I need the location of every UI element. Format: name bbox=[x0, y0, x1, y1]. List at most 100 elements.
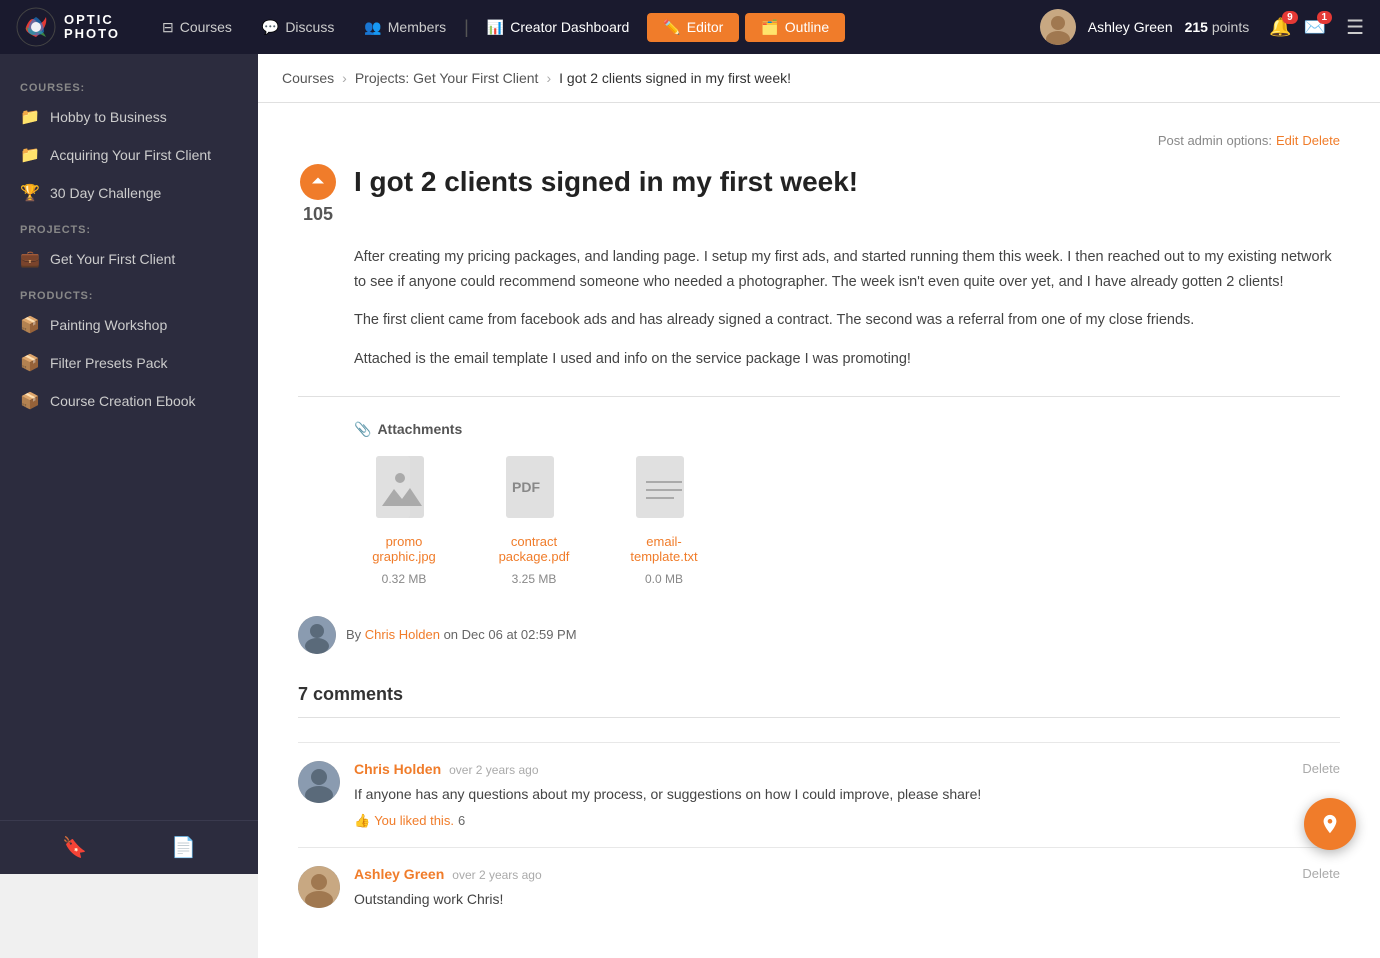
comment-body-1: Ashley Green over 2 years ago Outstandin… bbox=[354, 866, 1340, 910]
attachment-size-2: 0.0 MB bbox=[645, 572, 683, 586]
product-icon: 📦 bbox=[20, 391, 40, 411]
avatar-image bbox=[1040, 9, 1076, 45]
sidebar-item-painting-workshop[interactable]: 📦 Painting Workshop bbox=[0, 306, 258, 344]
attachment-name-1: contract package.pdf bbox=[484, 534, 584, 564]
comments-section: 7 comments Chris Holden ove bbox=[298, 684, 1340, 929]
sidebar-item-course-creation-ebook[interactable]: 📦 Course Creation Ebook bbox=[0, 382, 258, 420]
attachments-section: 📎 Attachments promo gra bbox=[354, 421, 1340, 586]
comments-count: 7 comments bbox=[298, 684, 1340, 705]
sidebar-courses-label: COURSES: bbox=[0, 70, 258, 98]
folder-icon: 📁 bbox=[20, 145, 40, 165]
upvote-button[interactable] bbox=[300, 164, 336, 200]
nav-separator: | bbox=[464, 17, 469, 38]
post-meta: By Chris Holden on Dec 06 at 02:59 PM bbox=[298, 616, 1340, 654]
comment-like-count-0: 6 bbox=[458, 813, 465, 828]
breadcrumb-sep-1: › bbox=[342, 70, 347, 86]
post-paragraph-1: After creating my pricing packages, and … bbox=[354, 245, 1340, 294]
breadcrumb-courses[interactable]: Courses bbox=[282, 70, 334, 86]
comment-avatar-0 bbox=[298, 761, 340, 803]
user-points: 215 points bbox=[1185, 19, 1250, 35]
notifications-bell-button[interactable]: 🔔 9 bbox=[1269, 17, 1291, 38]
comment-item-1: Ashley Green over 2 years ago Outstandin… bbox=[298, 847, 1340, 928]
sidebar-item-hobby-to-business[interactable]: 📁 Hobby to Business bbox=[0, 98, 258, 136]
attachment-item-2[interactable]: email-template.txt 0.0 MB bbox=[614, 454, 714, 586]
nav-courses[interactable]: ⊟ Courses bbox=[150, 13, 244, 42]
main-nav: ⊟ Courses 💬 Discuss 👥 Members | 📊 Creato… bbox=[150, 13, 1020, 42]
bookmark-icon[interactable]: 🔖 bbox=[62, 835, 87, 860]
vote-section: 105 bbox=[298, 164, 338, 225]
vote-count: 105 bbox=[303, 204, 333, 225]
pencil-icon: ✏️ bbox=[663, 19, 680, 36]
upvote-arrow-icon bbox=[309, 173, 327, 191]
comment-delete-button-0[interactable]: Delete bbox=[1302, 761, 1340, 776]
logo[interactable]: OPTIC PHOTO bbox=[16, 7, 120, 47]
comment-text-0: If anyone has any questions about my pro… bbox=[354, 783, 1340, 805]
notifications-envelope-button[interactable]: ✉️ 1 bbox=[1304, 17, 1326, 38]
edit-post-button[interactable]: Edit bbox=[1276, 133, 1298, 148]
sidebar-bottom: 🔖 📄 bbox=[0, 820, 258, 874]
nav-discuss[interactable]: 💬 Discuss bbox=[250, 13, 346, 42]
dashboard-icon: 📊 bbox=[487, 19, 504, 36]
attachment-icon-image bbox=[372, 454, 436, 526]
post-meta-text: By Chris Holden on Dec 06 at 02:59 PM bbox=[346, 627, 577, 642]
outline-button[interactable]: 🗂️ Outline bbox=[745, 13, 845, 42]
sidebar-item-acquiring-first-client[interactable]: 📁 Acquiring Your First Client bbox=[0, 136, 258, 174]
breadcrumb-sep-2: › bbox=[546, 70, 551, 86]
courses-icon: ⊟ bbox=[162, 19, 174, 36]
post-author-avatar bbox=[298, 616, 336, 654]
breadcrumb-project[interactable]: Projects: Get Your First Client bbox=[355, 70, 539, 86]
post-paragraph-2: The first client came from facebook ads … bbox=[354, 308, 1340, 333]
attachment-icon-text bbox=[632, 454, 696, 526]
attachment-name-0: promo graphic.jpg bbox=[354, 534, 454, 564]
comment-item-0: Chris Holden over 2 years ago If anyone … bbox=[298, 742, 1340, 847]
post-admin-options: Post admin options: Edit Delete bbox=[298, 133, 1340, 148]
logo-text: OPTIC PHOTO bbox=[64, 13, 120, 42]
sidebar-section-projects: PROJECTS: 💼 Get Your First Client bbox=[0, 212, 258, 278]
post-paragraph-3: Attached is the email template I used an… bbox=[354, 347, 1340, 372]
header: OPTIC PHOTO ⊟ Courses 💬 Discuss 👥 Member… bbox=[0, 0, 1380, 54]
post-author-link[interactable]: Chris Holden bbox=[365, 627, 440, 642]
hamburger-menu-button[interactable]: ☰ bbox=[1346, 15, 1364, 40]
sidebar-products-label: PRODUCTS: bbox=[0, 278, 258, 306]
sidebar-item-get-first-client[interactable]: 💼 Get Your First Client bbox=[0, 240, 258, 278]
user-name: Ashley Green bbox=[1088, 19, 1173, 35]
sidebar-item-filter-presets-pack[interactable]: 📦 Filter Presets Pack bbox=[0, 344, 258, 382]
delete-post-button[interactable]: Delete bbox=[1302, 133, 1340, 148]
attachment-size-0: 0.32 MB bbox=[382, 572, 427, 586]
attachment-item-0[interactable]: promo graphic.jpg 0.32 MB bbox=[354, 454, 454, 586]
sidebar-projects-label: PROJECTS: bbox=[0, 212, 258, 240]
discuss-icon: 💬 bbox=[262, 19, 279, 36]
attachment-item-1[interactable]: PDF contract package.pdf 3.25 MB bbox=[484, 454, 584, 586]
nav-members[interactable]: 👥 Members bbox=[352, 13, 458, 42]
comment-author-avatar-1 bbox=[298, 866, 340, 908]
document-icon[interactable]: 📄 bbox=[171, 835, 196, 860]
avatar[interactable] bbox=[1040, 9, 1076, 45]
comment-header-0: Chris Holden over 2 years ago bbox=[354, 761, 1340, 777]
comment-time-0: over 2 years ago bbox=[449, 763, 538, 777]
post-container: Post admin options: Edit Delete 105 I go… bbox=[258, 103, 1380, 958]
product-icon: 📦 bbox=[20, 315, 40, 335]
sidebar-item-30-day-challenge[interactable]: 🏆 30 Day Challenge bbox=[0, 174, 258, 212]
paperclip-icon: 📎 bbox=[354, 421, 371, 438]
comment-like-button-0[interactable]: 👍 You liked this. 6 bbox=[354, 813, 1340, 829]
sidebar-section-courses: COURSES: 📁 Hobby to Business 📁 Acquiring… bbox=[0, 70, 258, 212]
post-body: After creating my pricing packages, and … bbox=[354, 245, 1340, 372]
breadcrumb: Courses › Projects: Get Your First Clien… bbox=[258, 54, 1380, 103]
comment-time-1: over 2 years ago bbox=[452, 868, 541, 882]
folder-icon: 📁 bbox=[20, 107, 40, 127]
sidebar-section-products: PRODUCTS: 📦 Painting Workshop 📦 Filter P… bbox=[0, 278, 258, 420]
product-icon: 📦 bbox=[20, 353, 40, 373]
comment-author-0[interactable]: Chris Holden bbox=[354, 761, 441, 777]
attachments-title: 📎 Attachments bbox=[354, 421, 1340, 438]
members-icon: 👥 bbox=[364, 19, 381, 36]
header-right: Ashley Green 215 points 🔔 9 ✉️ 1 ☰ bbox=[1040, 9, 1364, 45]
post-title: I got 2 clients signed in my first week! bbox=[354, 164, 858, 200]
attachment-name-2: email-template.txt bbox=[614, 534, 714, 564]
notification-badge-1: 9 bbox=[1282, 11, 1298, 24]
svg-text:PDF: PDF bbox=[512, 479, 540, 495]
floating-action-button[interactable] bbox=[1304, 798, 1356, 850]
comment-delete-button-1[interactable]: Delete bbox=[1302, 866, 1340, 881]
comment-text-1: Outstanding work Chris! bbox=[354, 888, 1340, 910]
nav-creator-dashboard[interactable]: 📊 Creator Dashboard bbox=[475, 13, 642, 42]
editor-button[interactable]: ✏️ Editor bbox=[647, 13, 739, 42]
